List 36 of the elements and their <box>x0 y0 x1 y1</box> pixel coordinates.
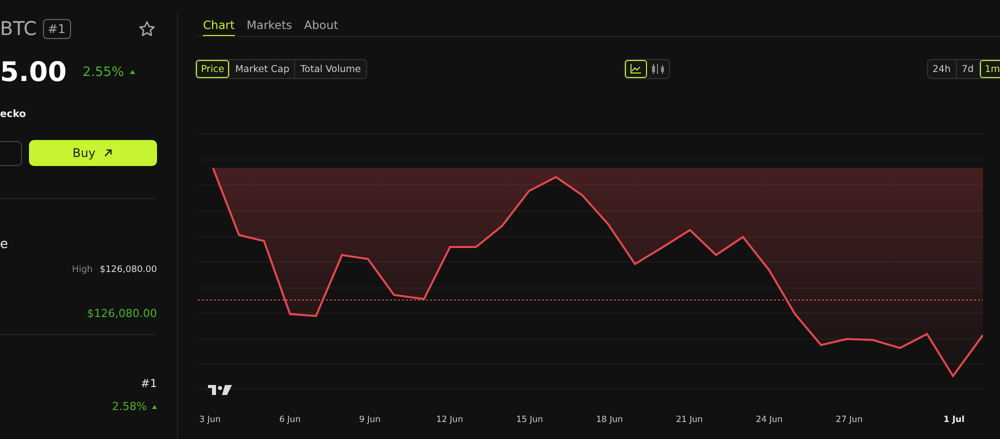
rank-badge: #1 <box>42 19 70 39</box>
axis-label: 3 Jun <box>199 415 221 425</box>
metric-toggle[interactable]: Total Volume <box>294 60 366 78</box>
axis-label: 9 Jun <box>359 415 380 425</box>
axis-label: 1 Jul <box>944 415 964 425</box>
stat-value: $126,080.00 <box>100 265 157 275</box>
range-toggle[interactable]: 24h <box>928 60 956 78</box>
axis-label: 6 Jun <box>279 415 301 425</box>
coin-symbol: BTC <box>0 18 37 40</box>
axis-label: 15 Jun <box>516 415 543 425</box>
axis-label: 27 Jun <box>836 415 863 425</box>
price-value: 5.00 <box>0 56 67 88</box>
section-heading: e <box>0 237 9 252</box>
range-toggle[interactable]: 1m <box>978 60 1000 78</box>
tab[interactable]: Markets <box>246 18 292 36</box>
tab[interactable]: About <box>304 18 338 36</box>
stat-value: $126,080.00 <box>86 307 157 320</box>
source-text: ecko <box>0 109 27 120</box>
star-icon[interactable] <box>138 20 156 38</box>
chart-type-button[interactable] <box>624 60 647 78</box>
arrow-icon <box>103 148 114 158</box>
rank-value: #1 <box>140 377 157 390</box>
range-toggle[interactable]: 7d <box>956 60 979 78</box>
axis-label: 21 Jun <box>676 415 703 425</box>
price-change: 2.55% <box>82 64 124 80</box>
line-chart-icon <box>630 64 642 74</box>
axis-label: 18 Jun <box>596 415 623 425</box>
stat-label: High <box>72 265 93 275</box>
tab[interactable]: Chart <box>203 18 235 36</box>
change-value: 2.58% <box>112 400 147 413</box>
metric-toggle[interactable]: Price <box>196 60 230 78</box>
metric-toggle[interactable]: Market Cap <box>229 60 294 78</box>
axis-label: 24 Jun <box>756 415 783 425</box>
candlestick-icon <box>650 64 665 74</box>
buy-button[interactable]: Buy <box>29 140 157 166</box>
axis-label: 12 Jun <box>436 415 464 425</box>
